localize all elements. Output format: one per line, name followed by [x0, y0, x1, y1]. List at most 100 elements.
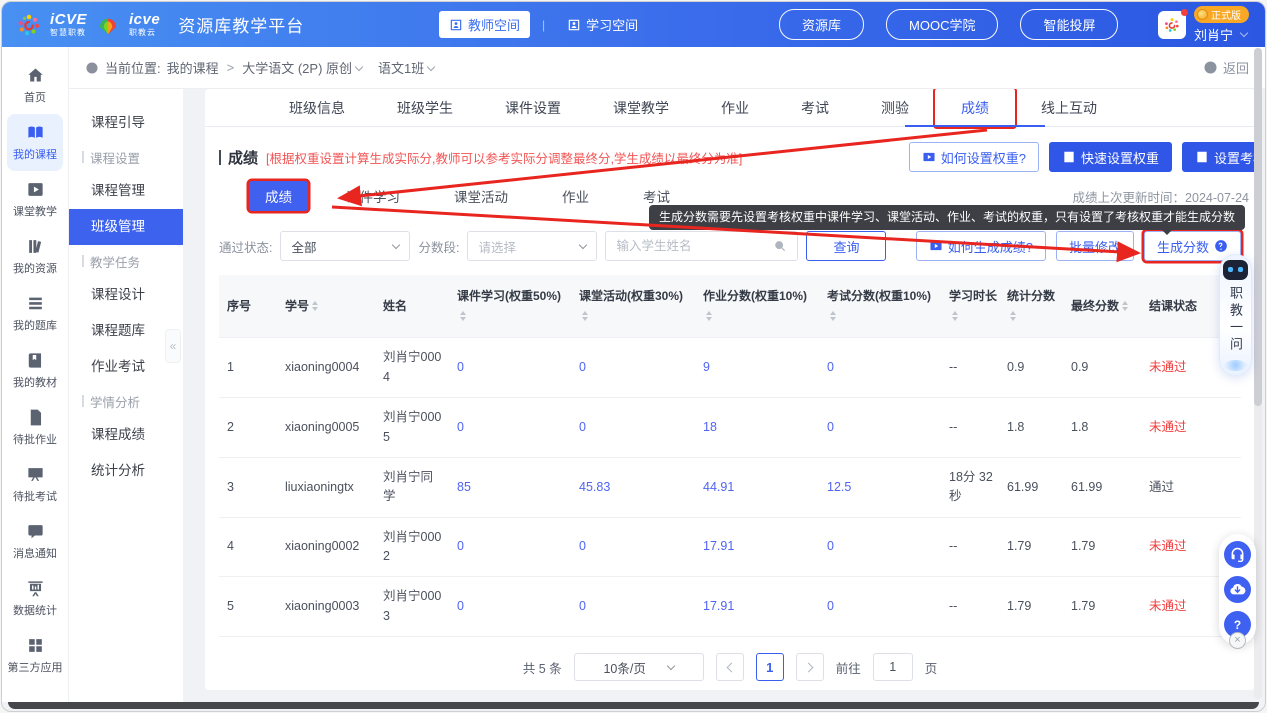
score-link[interactable]: 0 [827, 599, 834, 613]
close-float-button[interactable]: × [1229, 632, 1246, 649]
wave-decoration [1224, 360, 1247, 371]
header-nav-pill[interactable]: 智能投屏 [1020, 9, 1118, 40]
class-tab[interactable]: 测验 [855, 89, 935, 127]
page-1-button[interactable]: 1 [756, 653, 784, 681]
query-button[interactable]: 查询 [806, 231, 886, 261]
grade-sub-tab[interactable]: 课堂活动 [438, 181, 524, 211]
column-header[interactable]: 学习时长 [941, 275, 999, 338]
pass-status-select[interactable]: 全部 [280, 231, 410, 261]
header-nav-pill[interactable]: MOOC学院 [886, 9, 998, 40]
cloud-download-button[interactable] [1224, 576, 1251, 603]
class-tab[interactable]: 成绩 [935, 89, 1015, 127]
grade-sub-tab[interactable]: 课件学习 [330, 181, 416, 211]
sidebar-item[interactable]: 首页 [7, 57, 63, 114]
cell-index: 1 [219, 338, 277, 398]
user-menu[interactable]: 刘肖宁 [1194, 25, 1247, 44]
class-tab[interactable]: 课件设置 [479, 89, 587, 127]
sidebar-item[interactable]: 我的课程 [7, 114, 63, 171]
grade-sub-tab[interactable]: 作业 [546, 181, 605, 211]
score-link[interactable]: 45.83 [579, 480, 610, 494]
weight-button[interactable]: 设置考核权重 [1182, 142, 1255, 172]
class-tab[interactable]: 班级学生 [371, 89, 479, 127]
score-link[interactable]: 0 [579, 539, 586, 553]
score-link[interactable]: 18 [703, 420, 717, 434]
score-link[interactable]: 0 [579, 599, 586, 613]
sort-icon[interactable] [706, 311, 712, 321]
sort-icon[interactable] [460, 311, 466, 321]
header-space-tab[interactable]: 学习空间 [557, 11, 648, 38]
score-link[interactable]: 0 [827, 360, 834, 374]
sort-icon[interactable] [1122, 301, 1128, 311]
column-header[interactable]: 统计分数 [999, 275, 1063, 338]
header-space-tab[interactable]: 教师空间 [439, 11, 530, 38]
action-button[interactable]: 如何生成成绩? [916, 231, 1046, 261]
score-link[interactable]: 0 [579, 360, 586, 374]
sidebar-item[interactable]: 第三方应用 [7, 627, 63, 684]
action-button[interactable]: 批量修改 [1056, 231, 1134, 261]
assistant-widget[interactable]: 职教一问 [1219, 254, 1252, 376]
score-link[interactable]: 0 [457, 599, 464, 613]
column-header[interactable]: 课件学习(权重50%) [449, 275, 571, 338]
score-link[interactable]: 17.91 [703, 599, 734, 613]
sidebar-item[interactable]: 我的资源 [7, 228, 63, 285]
class-tab[interactable]: 考试 [775, 89, 855, 127]
menu-item[interactable]: 课程管理 [69, 173, 183, 209]
score-link[interactable]: 9 [703, 360, 710, 374]
sort-icon[interactable] [582, 311, 588, 321]
sort-icon[interactable] [830, 311, 836, 321]
goto-page-input[interactable] [873, 653, 913, 681]
sidebar-item[interactable]: 消息通知 [7, 513, 63, 570]
score-link[interactable]: 85 [457, 480, 471, 494]
sidebar-item[interactable]: 我的教材 [7, 342, 63, 399]
class-tab[interactable]: 课堂教学 [587, 89, 695, 127]
weight-button[interactable]: 快速设置权重 [1049, 142, 1172, 172]
sidebar-item[interactable]: 待批考试 [7, 456, 63, 513]
class-tab[interactable]: 班级信息 [263, 89, 371, 127]
scrollbar-thumb[interactable] [1254, 48, 1262, 406]
menu-item[interactable]: 班级管理 [69, 209, 183, 245]
column-header[interactable]: 课堂活动(权重30%) [571, 275, 695, 338]
menu-item[interactable]: 课程引导 [69, 105, 183, 141]
weight-button[interactable]: 如何设置权重? [909, 142, 1039, 172]
menu-collapse-handle[interactable]: « [165, 329, 181, 363]
score-link[interactable]: 17.91 [703, 539, 734, 553]
column-header[interactable]: 作业分数(权重10%) [695, 275, 819, 338]
column-header[interactable]: 最终分数 [1063, 275, 1141, 338]
class-tab[interactable]: 作业 [695, 89, 775, 127]
score-link[interactable]: 0 [579, 420, 586, 434]
sort-icon[interactable] [1010, 311, 1016, 321]
sort-icon[interactable] [952, 311, 958, 321]
app-icon[interactable] [1158, 11, 1186, 39]
sidebar-item[interactable]: 数据统计 [7, 570, 63, 627]
breadcrumb-my-courses[interactable]: 我的课程 [167, 58, 219, 77]
page-size-select[interactable]: 10条/页 [574, 653, 704, 681]
sidebar-item[interactable]: 待批作业 [7, 399, 63, 456]
column-header[interactable]: 学号 [277, 275, 375, 338]
next-page-button[interactable] [796, 653, 824, 681]
sort-icon[interactable] [312, 301, 318, 311]
sidebar-item[interactable]: 课堂教学 [7, 171, 63, 228]
prev-page-button[interactable] [716, 653, 744, 681]
score-range-select[interactable]: 请选择 [467, 231, 597, 261]
score-link[interactable]: 0 [457, 539, 464, 553]
score-link[interactable]: 0 [457, 420, 464, 434]
grade-sub-tab[interactable]: 成绩 [249, 181, 308, 211]
menu-item[interactable]: 课程设计 [69, 277, 183, 313]
class-tab[interactable]: 线上互动 [1015, 89, 1123, 127]
header-nav-pill[interactable]: 资源库 [779, 9, 864, 40]
class-dropdown[interactable]: 语文1班 [378, 58, 434, 77]
score-link[interactable]: 0 [827, 420, 834, 434]
score-link[interactable]: 0 [827, 539, 834, 553]
column-header[interactable]: 考试分数(权重10%) [819, 275, 941, 338]
menu-item[interactable]: 课程成绩 [69, 417, 183, 453]
headset-button[interactable] [1224, 541, 1251, 568]
course-dropdown[interactable]: 大学语文 (2P) 原创 [242, 58, 362, 77]
cell-name: 刘肖宁0002 [375, 517, 449, 577]
score-link[interactable]: 12.5 [827, 480, 851, 494]
menu-item[interactable]: 统计分析 [69, 453, 183, 489]
score-link[interactable]: 0 [457, 360, 464, 374]
back-button[interactable]: 返回 [1203, 58, 1249, 77]
student-name-input[interactable] [616, 239, 773, 253]
sidebar-item[interactable]: 我的题库 [7, 285, 63, 342]
score-link[interactable]: 44.91 [703, 480, 734, 494]
